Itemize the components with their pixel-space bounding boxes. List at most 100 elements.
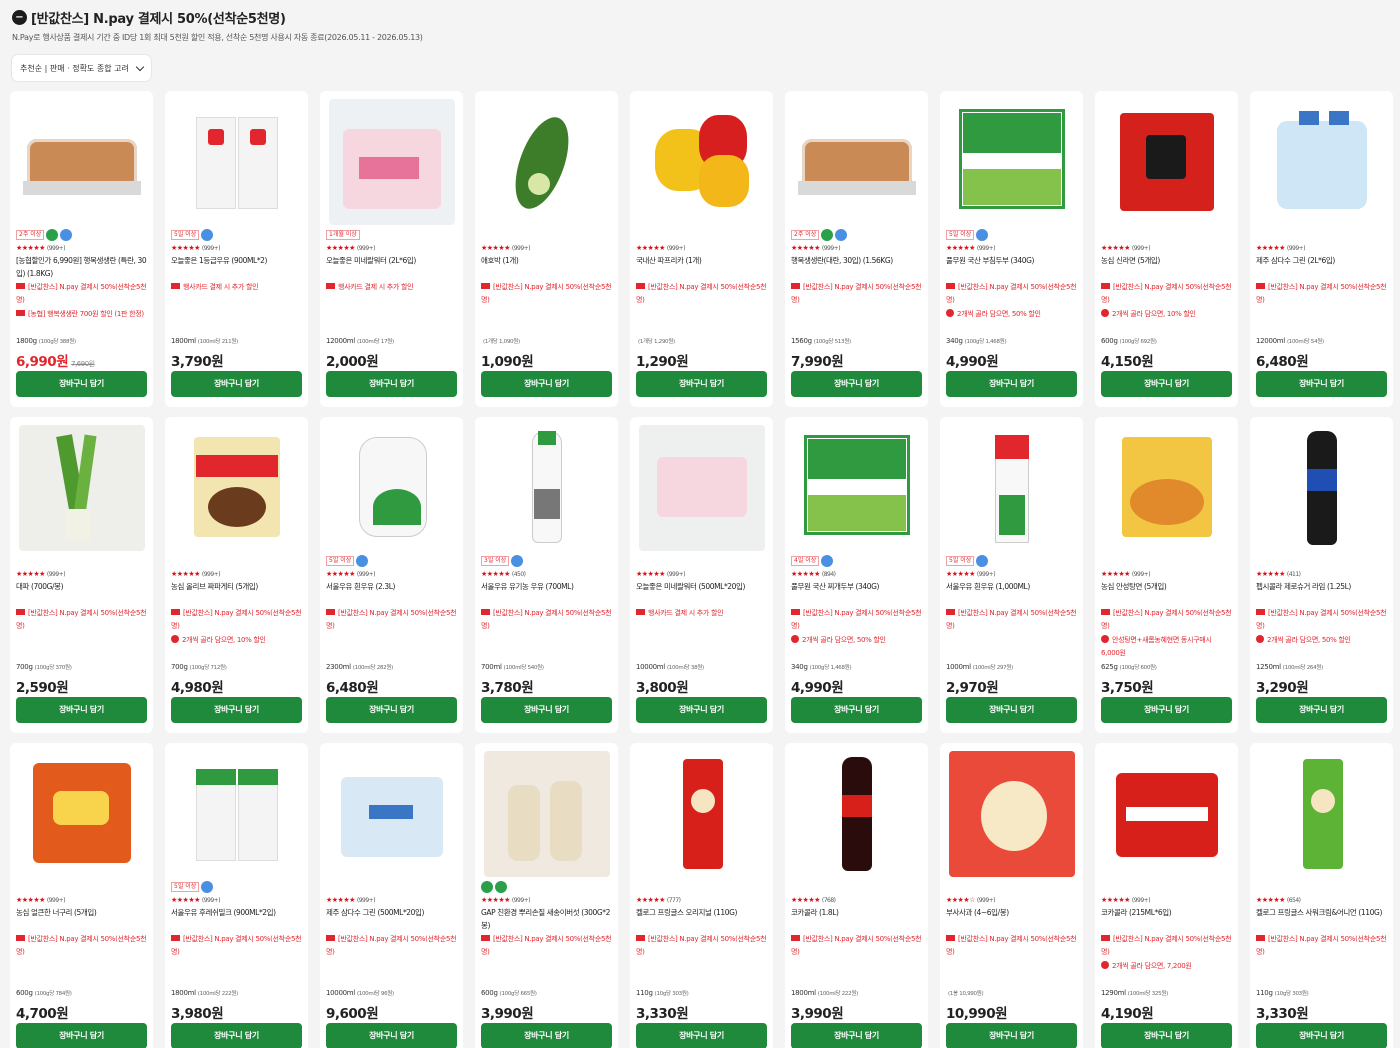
add-to-cart-button[interactable]: 장바구니 담기 [171, 697, 302, 723]
product-card[interactable]: ★★★★★ (999+) 국내산 파프리카 (1개) [반값찬스] N.pay 결제시… [630, 91, 773, 407]
add-to-cart-button[interactable]: 장바구니 담기 [481, 697, 612, 723]
product-name[interactable]: 풀무원 국산 부침두부 (340G) [946, 254, 1077, 280]
product-name[interactable]: 오늘좋은 미네랄워터 (500ML*20입) [636, 580, 767, 606]
product-image[interactable] [1104, 99, 1230, 225]
product-image[interactable] [794, 425, 920, 551]
add-to-cart-button[interactable]: 장바구니 담기 [636, 371, 767, 397]
add-to-cart-button[interactable]: 장바구니 담기 [1256, 1023, 1387, 1048]
product-name[interactable]: 부사사과 (4~6입/봉) [946, 906, 1077, 932]
product-name[interactable]: 코카콜라 (215ML*6입) [1101, 906, 1232, 932]
product-name[interactable]: 켈로그 프링글스 오리지널 (110G) [636, 906, 767, 932]
product-card[interactable]: 3일 이상 ★★★★★ (450) 서울우유 유기농 우유 (700ML) [반값찬스]… [475, 417, 618, 733]
product-image[interactable] [949, 425, 1075, 551]
add-to-cart-button[interactable]: 장바구니 담기 [1101, 1023, 1232, 1048]
product-name[interactable]: 제주 삼다수 그린 (500ML*20입) [326, 906, 457, 932]
product-name[interactable]: 오늘좋은 1등급우유 (900ML*2) [171, 254, 302, 280]
product-card[interactable]: 5일 이상 ★★★★★ (999+) 오늘좋은 1등급우유 (900ML*2) 행사카드… [165, 91, 308, 407]
add-to-cart-button[interactable]: 장바구니 담기 [326, 697, 457, 723]
product-name[interactable]: 서울우유 흰우유 (1,000ML) [946, 580, 1077, 606]
product-card[interactable]: 4일 이상 ★★★★★ (894) 풀무원 국산 찌개두부 (340G) [반값찬스] … [785, 417, 928, 733]
product-card[interactable]: ★★★★★ (411) 펩시콜라 제로슈거 라임 (1.25L) [반값찬스] N.p… [1250, 417, 1393, 733]
product-card[interactable]: ★★★★★ (999+) 오늘좋은 미네랄워터 (500ML*20입) 행사카드 결제… [630, 417, 773, 733]
product-image[interactable] [639, 751, 765, 877]
product-image[interactable] [639, 99, 765, 225]
product-card[interactable]: 5일 이상 ★★★★★ (999+) 풀무원 국산 부침두부 (340G) [반값찬스]… [940, 91, 1083, 407]
product-card[interactable]: ★★★★★ (999+) 대파 (700G/봉) [반값찬스] N.pay 결제시 5… [10, 417, 153, 733]
product-card[interactable]: ★★★★★ (999+) 농심 올리브 짜파게티 (5개입) [반값찬스] N.pay… [165, 417, 308, 733]
product-image[interactable] [794, 99, 920, 225]
product-image[interactable] [1104, 425, 1230, 551]
product-card[interactable]: ★★★★★ (999+) 농심 안성탕면 (5개입) [반값찬스] N.pay 결제시… [1095, 417, 1238, 733]
product-name[interactable]: 농심 올리브 짜파게티 (5개입) [171, 580, 302, 606]
product-image[interactable] [1259, 99, 1385, 225]
product-image[interactable] [483, 751, 610, 877]
product-image[interactable] [174, 751, 300, 877]
product-card[interactable]: ★★★★☆ (999+) 부사사과 (4~6입/봉) [반값찬스] N.pay 결제시… [940, 743, 1083, 1048]
product-name[interactable]: 농심 신라면 (5개입) [1101, 254, 1232, 280]
add-to-cart-button[interactable]: 장바구니 담기 [171, 371, 302, 397]
product-card[interactable]: 1개월 이상 ★★★★★ (999+) 오늘좋은 미네랄워터 (2L*6입) 행사카드 … [320, 91, 463, 407]
product-name[interactable]: 서울우유 흰우유 (2.3L) [326, 580, 457, 606]
product-image[interactable] [19, 751, 145, 877]
product-image[interactable] [174, 425, 300, 551]
product-image[interactable] [484, 99, 610, 225]
product-card[interactable]: 2주 이상 ★★★★★ (999+) 행복생생란(대란, 30입) (1.56KG)[… [785, 91, 928, 407]
add-to-cart-button[interactable]: 장바구니 담기 [946, 371, 1077, 397]
add-to-cart-button[interactable]: 장바구니 담기 [1101, 371, 1232, 397]
product-name[interactable]: 코카콜라 (1.8L) [791, 906, 922, 932]
product-name[interactable]: 농심 안성탕면 (5개입) [1101, 580, 1232, 606]
add-to-cart-button[interactable]: 장바구니 담기 [481, 1023, 612, 1048]
product-image[interactable] [1104, 751, 1230, 877]
product-image[interactable] [328, 99, 455, 225]
product-name[interactable]: 풀무원 국산 찌개두부 (340G) [791, 580, 922, 606]
product-image[interactable] [329, 751, 455, 877]
product-name[interactable]: 대파 (700G/봉) [16, 580, 147, 606]
add-to-cart-button[interactable]: 장바구니 담기 [946, 1023, 1077, 1048]
product-card[interactable]: ★★★★★ (999+) 코카콜라 (215ML*6입) [반값찬스] N.pay 결… [1095, 743, 1238, 1048]
add-to-cart-button[interactable]: 장바구니 담기 [791, 371, 922, 397]
product-card[interactable]: 5일 이상 ★★★★★ (999+) 서울우유 흰우유 (2.3L) [반값찬스] N.… [320, 417, 463, 733]
product-name[interactable]: 제주 삼다수 그린 (2L*6입) [1256, 254, 1387, 280]
add-to-cart-button[interactable]: 장바구니 담기 [1256, 371, 1387, 397]
product-card[interactable]: ★★★★★ (654) 켈로그 프링글스 사워크림&어니언 (110G) [반값찬스]… [1250, 743, 1393, 1048]
add-to-cart-button[interactable]: 장바구니 담기 [481, 371, 612, 397]
product-image[interactable] [794, 751, 920, 877]
add-to-cart-button[interactable]: 장바구니 담기 [171, 1023, 302, 1048]
product-card[interactable]: ★★★★★ (768) 코카콜라 (1.8L) [반값찬스] N.pay 결제시 50… [785, 743, 928, 1048]
product-name[interactable]: 서울우유 유기농 우유 (700ML) [481, 580, 612, 606]
product-image[interactable] [329, 425, 455, 551]
add-to-cart-button[interactable]: 장바구니 담기 [326, 371, 457, 397]
product-card[interactable]: 2주 이상 ★★★★★ (999+) [농협할인가 6,990원] 행복생생란 (특란… [10, 91, 153, 407]
sort-dropdown[interactable]: 추천순 | 판매 · 정확도 종합 고려 [12, 55, 151, 81]
product-name[interactable]: 켈로그 프링글스 사워크림&어니언 (110G) [1256, 906, 1387, 932]
product-name[interactable]: 행복생생란(대란, 30입) (1.56KG) [791, 254, 922, 280]
product-name[interactable]: 국내산 파프리카 (1개) [636, 254, 767, 280]
product-image[interactable] [949, 99, 1075, 225]
product-card[interactable]: ★★★★★ (999+) 제주 삼다수 그린 (500ML*20입) [반값찬스] N… [320, 743, 463, 1048]
add-to-cart-button[interactable]: 장바구니 담기 [16, 697, 147, 723]
add-to-cart-button[interactable]: 장바구니 담기 [946, 697, 1077, 723]
add-to-cart-button[interactable]: 장바구니 담기 [16, 1023, 147, 1048]
product-card[interactable]: ★★★★★ (999+) 제주 삼다수 그린 (2L*6입) [반값찬스] N.pay… [1250, 91, 1393, 407]
product-image[interactable] [1259, 751, 1385, 877]
product-name[interactable]: [농협할인가 6,990원] 행복생생란 (특란, 30입) (1.8KG) [16, 254, 147, 280]
product-image[interactable] [19, 99, 145, 225]
product-image[interactable] [174, 99, 300, 225]
product-name[interactable]: GAP 친환경 뿌리손질 새송이버섯 (300G*2봉) [481, 906, 612, 932]
add-to-cart-button[interactable]: 장바구니 담기 [791, 697, 922, 723]
product-card[interactable]: ★★★★★ (999+) 농심 얼큰한 너구리 (5개입) [반값찬스] N.pay … [10, 743, 153, 1048]
add-to-cart-button[interactable]: 장바구니 담기 [636, 697, 767, 723]
product-image[interactable] [638, 425, 765, 551]
product-image[interactable] [484, 425, 610, 551]
product-image[interactable] [948, 751, 1075, 877]
product-name[interactable]: 펩시콜라 제로슈거 라임 (1.25L) [1256, 580, 1387, 606]
add-to-cart-button[interactable]: 장바구니 담기 [16, 371, 147, 397]
product-card[interactable]: ★★★★★ (999+) 애호박 (1개) [반값찬스] N.pay 결제시 50%(… [475, 91, 618, 407]
product-card[interactable]: ★★★★★ (777) 켈로그 프링글스 오리지널 (110G) [반값찬스] N.p… [630, 743, 773, 1048]
product-image[interactable] [18, 425, 145, 551]
product-name[interactable]: 농심 얼큰한 너구리 (5개입) [16, 906, 147, 932]
product-name[interactable]: 서울우유 후레쉬밀크 (900ML*2입) [171, 906, 302, 932]
product-card[interactable]: ★★★★★ (999+) 농심 신라면 (5개입) [반값찬스] N.pay 결제시 … [1095, 91, 1238, 407]
product-card[interactable]: 5일 이상 ★★★★★ (999+) 서울우유 흰우유 (1,000ML) [반값찬스]… [940, 417, 1083, 733]
add-to-cart-button[interactable]: 장바구니 담기 [636, 1023, 767, 1048]
